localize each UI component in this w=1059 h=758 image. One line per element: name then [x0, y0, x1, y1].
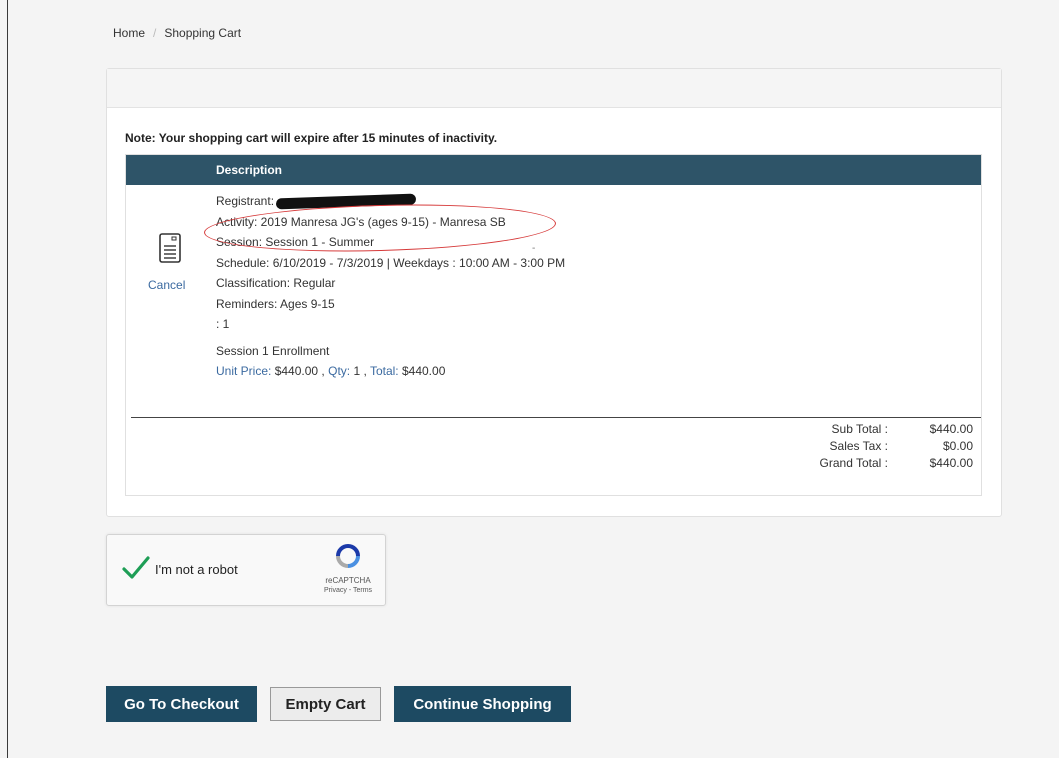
reminders-line: Reminders: Ages 9-15 — [216, 296, 335, 311]
total-value: $440.00 — [401, 364, 446, 378]
unit-price-label: Unit Price: — [216, 364, 272, 378]
grand-total-row: Grand Total : $440.00 — [820, 455, 973, 472]
subtotal-value: $440.00 — [929, 422, 973, 436]
totals-divider — [131, 417, 981, 418]
empty-cart-button[interactable]: Empty Cart — [270, 687, 381, 721]
totals-block: Sub Total : $440.00 Sales Tax : $0.00 Gr… — [820, 421, 973, 472]
breadcrumb-separator: / — [153, 26, 157, 40]
recaptcha-label: I'm not a robot — [155, 562, 238, 577]
cart-panel: Note: Your shopping cart will expire aft… — [106, 68, 1002, 517]
price-line: Unit Price: $440.00 , Qty: 1 , Total: $4… — [216, 364, 446, 378]
total-label: Total: — [369, 364, 399, 378]
tax-value: $0.00 — [942, 439, 973, 453]
subtotal-row: Sub Total : $440.00 — [820, 421, 973, 438]
breadcrumb-home-link[interactable]: Home — [113, 26, 145, 40]
stray-dash: - — [532, 243, 536, 254]
breadcrumb-current: Shopping Cart — [164, 26, 242, 40]
checkmark-icon[interactable] — [121, 553, 151, 583]
grand-total-value: $440.00 — [929, 456, 973, 470]
cancel-link[interactable]: Cancel — [148, 278, 185, 292]
recaptcha-logo-icon — [336, 544, 360, 568]
grand-total-label: Grand Total : — [819, 456, 888, 470]
recaptcha-widget: I'm not a robot reCAPTCHA Privacy - Term… — [106, 534, 386, 606]
qty-value: 1 — [353, 364, 361, 378]
expiry-note: Note: Your shopping cart will expire aft… — [125, 131, 498, 145]
qty-label: Qty: — [328, 364, 351, 378]
enrollment-line: Session 1 Enrollment — [216, 343, 330, 358]
document-icon — [159, 233, 181, 263]
classification-line: Classification: Regular — [216, 276, 336, 290]
continue-shopping-button[interactable]: Continue Shopping — [394, 686, 571, 722]
recaptcha-brand: reCAPTCHA — [325, 576, 371, 585]
panel-header — [107, 69, 1001, 108]
subtotal-label: Sub Total : — [831, 422, 888, 436]
tax-row: Sales Tax : $0.00 — [820, 438, 973, 455]
go-to-checkout-button[interactable]: Go To Checkout — [106, 686, 257, 722]
cart-table: Description Cancel Registrant: Activity:… — [125, 154, 982, 496]
cart-table-header: Description — [126, 155, 981, 185]
breadcrumb: Home / Shopping Cart — [113, 26, 241, 40]
tax-label: Sales Tax : — [829, 439, 888, 453]
unit-price-value: $440.00 — [274, 364, 319, 378]
recaptcha-terms-link[interactable]: Privacy - Terms — [313, 587, 383, 594]
extra-line: : 1 — [216, 317, 230, 331]
registrant-label: Registrant: — [216, 194, 275, 208]
schedule-line: Schedule: 6/10/2019 - 7/3/2019 | Weekday… — [216, 255, 566, 270]
description-column-header: Description — [216, 163, 283, 177]
